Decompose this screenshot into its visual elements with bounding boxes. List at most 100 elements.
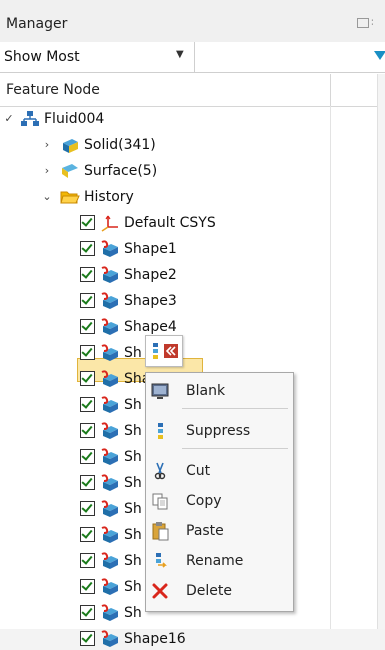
column-header: Feature Node — [0, 74, 385, 107]
visibility-checkbox[interactable] — [80, 293, 95, 308]
copy-icon — [152, 493, 168, 510]
shape-feature-icon — [101, 422, 118, 439]
menu-item-blank[interactable]: Blank — [146, 377, 293, 405]
tree-node-shape[interactable]: Shape1 — [0, 238, 330, 260]
assembly-icon — [21, 111, 39, 126]
shape-feature-icon — [101, 526, 118, 543]
blank-icon — [151, 383, 169, 399]
suppress-icon — [158, 423, 163, 439]
tree-label-shape: Sh — [124, 527, 142, 543]
menu-item-suppress[interactable]: Suppress — [146, 417, 293, 445]
tree-label-shape: Shape4 — [124, 319, 177, 335]
tree-label-shape: Sh — [124, 605, 142, 621]
menu-label-suppress: Suppress — [186, 423, 251, 439]
menu-item-rename[interactable]: Rename — [146, 547, 293, 575]
restore-icon[interactable] — [357, 18, 369, 28]
tree-node-shape[interactable]: Shape3 — [0, 290, 330, 312]
tree-node-surface[interactable]: › Surface(5) — [0, 160, 330, 182]
tree-node-root[interactable]: ✓ Fluid004 — [0, 108, 330, 130]
chevron-right-icon[interactable]: › — [42, 138, 52, 151]
surface-body-icon — [62, 164, 78, 178]
shape-feature-icon — [101, 292, 118, 309]
coordinate-system-icon — [101, 215, 118, 232]
shape-feature-icon — [101, 344, 118, 361]
tree-node-shape[interactable]: Shape16 — [0, 628, 330, 650]
shape-feature-icon — [101, 630, 118, 647]
filter-bar: Show Most ▼ — [0, 42, 385, 73]
tree-label-shape: Sh — [124, 501, 142, 517]
manager-panel: Manager ∶ Show Most ▼ Feature Node ✓ Flu… — [0, 0, 385, 647]
tree-label-solid: Solid(341) — [84, 137, 156, 153]
visibility-checkbox[interactable] — [80, 579, 95, 594]
menu-item-copy[interactable]: Copy — [146, 487, 293, 515]
menu-label-blank: Blank — [186, 383, 226, 399]
tree-label-shape: Sh — [124, 397, 142, 413]
tree-node-default-csys[interactable]: Default CSYS — [0, 212, 330, 234]
chevron-down-icon[interactable]: ⌄ — [42, 190, 52, 203]
column-divider[interactable] — [330, 74, 331, 106]
context-menu: Blank Suppress Cut Copy Paste Rename Del… — [145, 372, 294, 612]
visibility-checkbox[interactable] — [80, 215, 95, 230]
tree-label-shape: Shape16 — [124, 631, 186, 647]
tree-label-root: Fluid004 — [44, 111, 105, 127]
visibility-checkbox[interactable] — [80, 553, 95, 568]
suppress-small-icon[interactable] — [149, 342, 163, 360]
visibility-checkbox[interactable] — [80, 319, 95, 334]
visibility-checkbox[interactable] — [80, 397, 95, 412]
column-divider-line — [330, 106, 331, 629]
tree-label-default-csys: Default CSYS — [124, 215, 216, 231]
visibility-checkbox[interactable] — [80, 527, 95, 542]
rollback-icon[interactable] — [164, 344, 178, 358]
visibility-checkbox[interactable] — [80, 371, 95, 386]
visibility-checkbox[interactable] — [80, 501, 95, 516]
visibility-checkbox[interactable] — [80, 449, 95, 464]
shape-feature-icon — [101, 266, 118, 283]
filter-funnel-icon[interactable] — [374, 51, 385, 60]
menu-label-rename: Rename — [186, 553, 244, 569]
tree-label-history: History — [84, 189, 134, 205]
panel-title: Manager — [6, 16, 68, 32]
tree-label-shape: Sh — [124, 345, 142, 361]
visibility-checkbox[interactable] — [80, 267, 95, 282]
menu-item-delete[interactable]: Delete — [146, 577, 293, 605]
tree-node-history[interactable]: ⌄ History — [0, 186, 330, 208]
shape-feature-icon — [101, 318, 118, 335]
tree-label-shape: Sh — [124, 423, 142, 439]
menu-item-cut[interactable]: Cut — [146, 457, 293, 485]
chevron-right-icon[interactable]: › — [42, 164, 52, 177]
menu-label-cut: Cut — [186, 463, 211, 479]
shape-feature-icon — [101, 396, 118, 413]
show-mode-dropdown[interactable]: Show Most ▼ — [0, 42, 195, 72]
shape-feature-icon — [101, 552, 118, 569]
shape-feature-icon — [101, 370, 118, 387]
tree-label-shape: Sh — [124, 579, 142, 595]
tree-label-shape: Shape2 — [124, 267, 177, 283]
chevron-down-icon[interactable]: ✓ — [4, 112, 14, 125]
folder-open-icon — [60, 191, 80, 204]
tree-label-surface: Surface(5) — [84, 163, 158, 179]
tree-label-shape: Sh — [124, 475, 142, 491]
show-mode-value: Show Most — [4, 49, 80, 65]
visibility-checkbox[interactable] — [80, 475, 95, 490]
visibility-checkbox[interactable] — [80, 241, 95, 256]
delete-x-icon — [152, 583, 168, 599]
scissors-icon — [154, 462, 166, 480]
visibility-checkbox[interactable] — [80, 345, 95, 360]
tree-label-shape: Shape1 — [124, 241, 177, 257]
vertical-scrollbar[interactable] — [377, 74, 385, 629]
menu-label-paste: Paste — [186, 523, 224, 539]
filter-input[interactable] — [196, 42, 368, 72]
menu-item-paste[interactable]: Paste — [146, 517, 293, 545]
menu-label-copy: Copy — [186, 493, 222, 509]
tree-node-solid[interactable]: › Solid(341) — [0, 134, 330, 156]
shape-feature-icon — [101, 500, 118, 517]
visibility-checkbox[interactable] — [80, 605, 95, 620]
column-feature-node[interactable]: Feature Node — [6, 82, 100, 98]
tree-node-shape[interactable]: Shape2 — [0, 264, 330, 286]
shape-feature-icon — [101, 578, 118, 595]
visibility-checkbox[interactable] — [80, 631, 95, 646]
menu-separator — [182, 408, 288, 409]
pin-icon[interactable]: ∶ — [371, 16, 383, 29]
menu-label-delete: Delete — [186, 583, 232, 599]
visibility-checkbox[interactable] — [80, 423, 95, 438]
